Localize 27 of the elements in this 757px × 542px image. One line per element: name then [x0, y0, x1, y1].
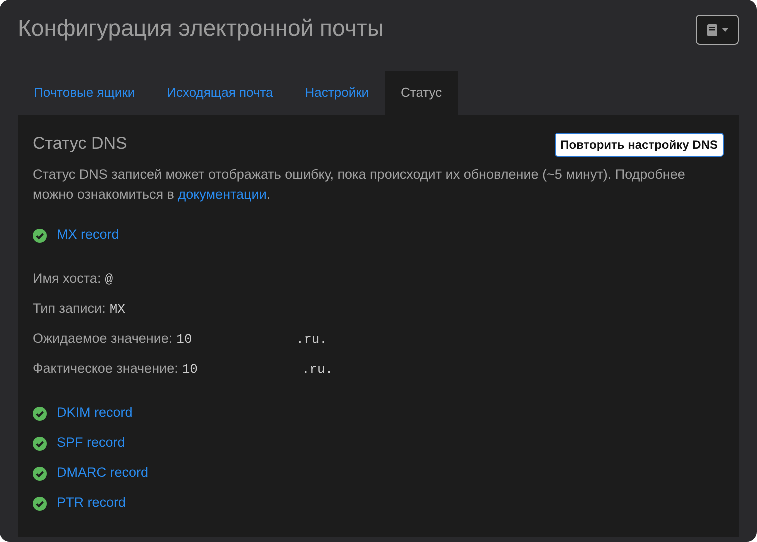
- retry-dns-button[interactable]: Повторить настройку DNS: [554, 132, 724, 156]
- tab[interactable]: Статус: [385, 71, 458, 114]
- caret-icon: [722, 28, 728, 32]
- record-link[interactable]: MX record: [57, 225, 120, 246]
- field-label: Ожидаемое значение:: [33, 330, 173, 348]
- field-value: .ru.: [302, 360, 334, 379]
- field-label: Имя хоста:: [33, 270, 102, 288]
- book-menu-button[interactable]: [696, 15, 739, 45]
- book-icon: [706, 24, 718, 36]
- tab[interactable]: Почтовые ящики: [18, 71, 152, 114]
- field-value: 10: [176, 330, 192, 349]
- tab[interactable]: Исходящая почта: [151, 71, 290, 114]
- field-label: Фактическое значение:: [33, 360, 178, 378]
- field-label: Тип записи:: [33, 300, 106, 318]
- documentation-link[interactable]: документации: [178, 186, 267, 202]
- field-value: .ru.: [296, 330, 328, 349]
- record-link[interactable]: DMARC record: [57, 463, 149, 484]
- tab[interactable]: Настройки: [289, 71, 386, 114]
- field-value: MX: [110, 300, 126, 319]
- page-title: Конфигурация электронной почты: [18, 15, 384, 43]
- section-heading: Статус DNS: [33, 134, 128, 155]
- record-link[interactable]: PTR record: [57, 493, 126, 514]
- info-text: Статус DNS записей может отображать ошибку, пока происходит их обновление (~5 минут). Подробнее можно ознакомиться в документации.: [33, 166, 686, 204]
- record-link[interactable]: SPF record: [57, 433, 126, 454]
- field-value: 10: [182, 360, 198, 379]
- record-link[interactable]: DKIM record: [57, 403, 133, 424]
- field-value: @: [105, 270, 114, 289]
